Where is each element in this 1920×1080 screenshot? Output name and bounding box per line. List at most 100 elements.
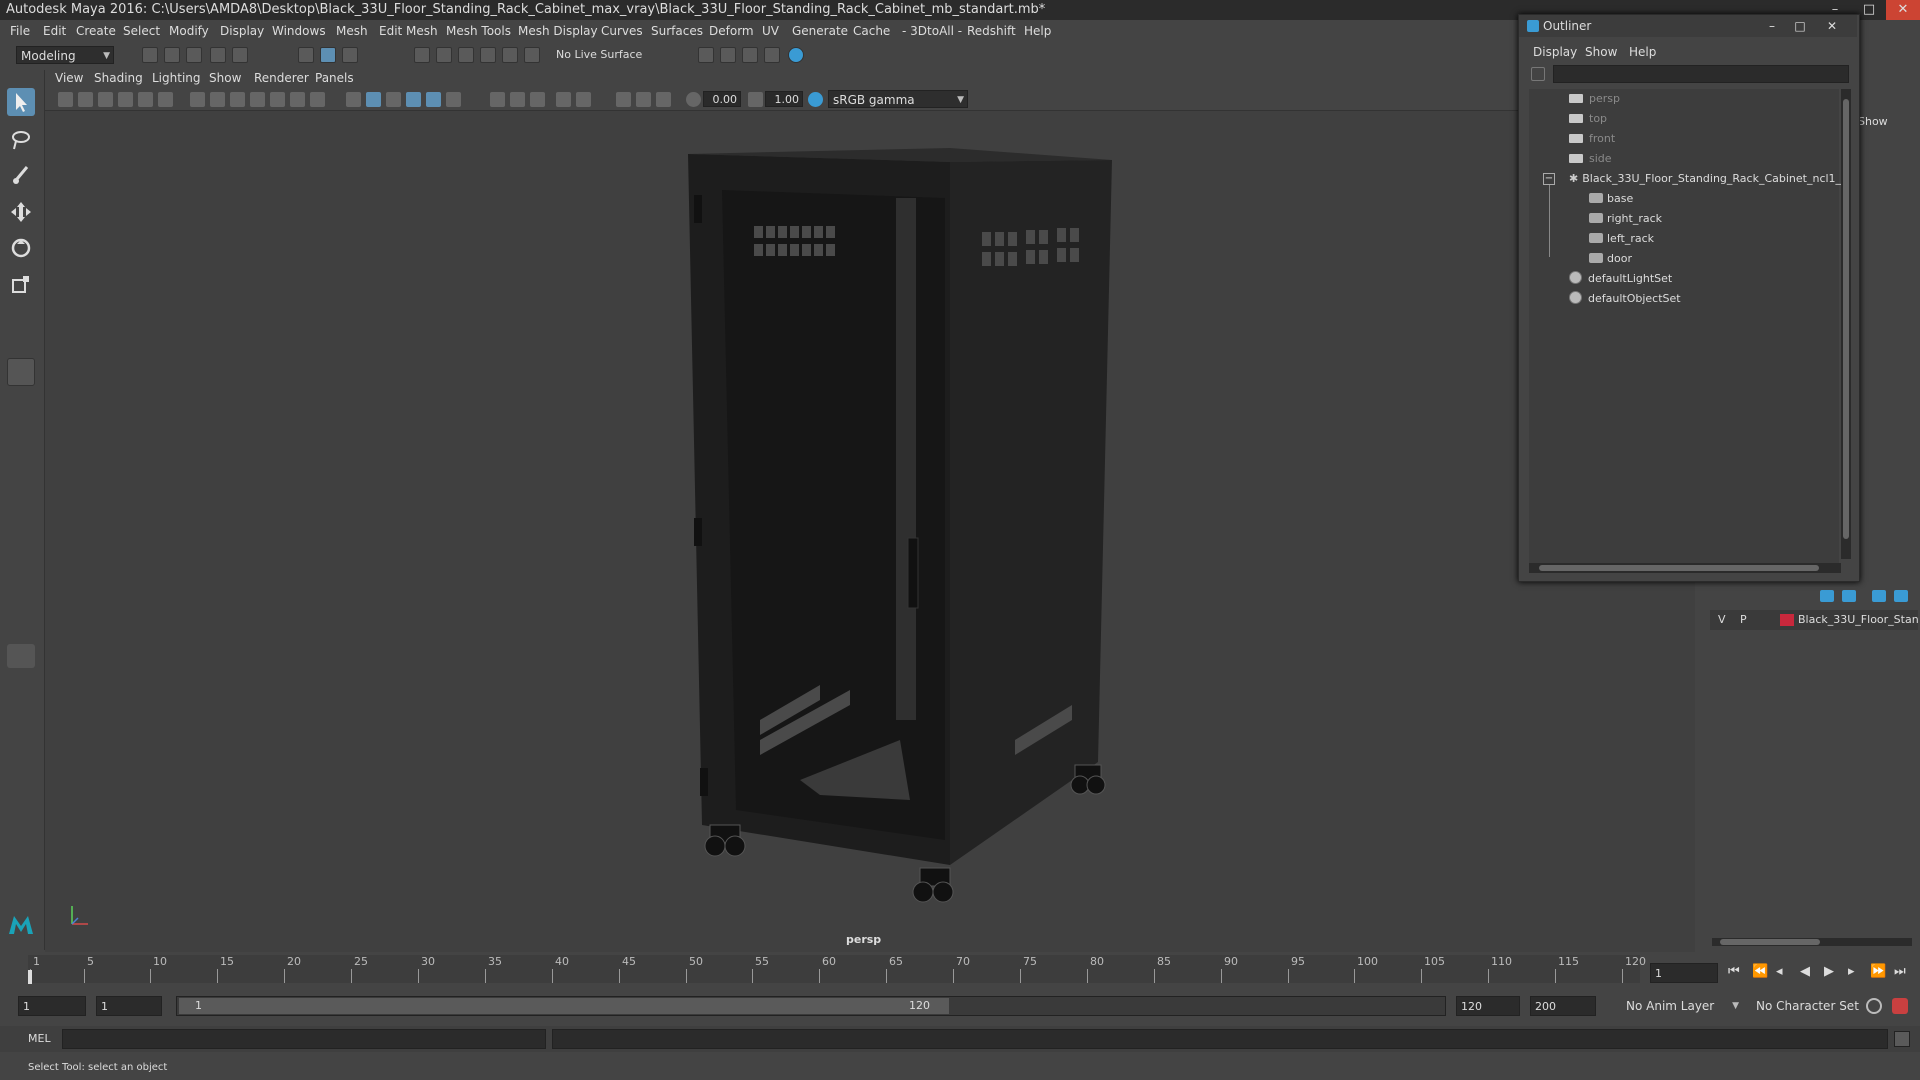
render-view-icon[interactable]: [788, 47, 804, 63]
outliner-close-button[interactable]: ✕: [1819, 15, 1845, 37]
layout-outliner-view-icon[interactable]: [7, 466, 35, 490]
character-set-dropdown[interactable]: No Character Set: [1752, 997, 1862, 1015]
viewport-menu-view[interactable]: View: [55, 71, 83, 85]
motion-blur-icon[interactable]: [406, 92, 421, 107]
layout-custom-view-icon[interactable]: [7, 540, 35, 564]
lasso-tool-button[interactable]: [7, 126, 35, 154]
snap-surface-icon[interactable]: [502, 47, 518, 63]
menu-modify[interactable]: Modify: [169, 20, 209, 42]
auto-key-icon[interactable]: [1866, 998, 1882, 1014]
layer-new-selected-icon[interactable]: [1842, 590, 1856, 602]
menu-generate[interactable]: Generate: [792, 20, 848, 42]
outliner-item-group[interactable]: ✱ Black_33U_Floor_Standing_Rack_Cabinet_n…: [1569, 169, 1848, 189]
anim-layer-dropdown[interactable]: No Anim Layer ▼: [1622, 997, 1742, 1015]
wireframe-on-shaded-icon[interactable]: [230, 92, 245, 107]
range-bar-active[interactable]: 1 120: [179, 998, 949, 1014]
menu-mesh[interactable]: Mesh: [336, 20, 368, 42]
menu-file[interactable]: File: [10, 20, 30, 42]
command-input[interactable]: [62, 1029, 546, 1049]
viewport-menu-panels[interactable]: Panels: [315, 71, 354, 85]
select-object-icon[interactable]: [320, 47, 336, 63]
render-icon[interactable]: [698, 47, 714, 63]
outliner-horizontal-scrollbar[interactable]: [1529, 563, 1841, 573]
step-back-key-icon[interactable]: ⏪: [1752, 964, 1768, 979]
menu-cache[interactable]: Cache: [853, 20, 890, 42]
snap-vertex-icon[interactable]: [524, 47, 540, 63]
animation-start-field[interactable]: 1: [18, 996, 86, 1016]
outliner-item-persp[interactable]: persp: [1569, 89, 1620, 109]
viewport-menu-shading[interactable]: Shading: [94, 71, 143, 85]
viewport-menu-renderer[interactable]: Renderer: [254, 71, 309, 85]
snap-grid-icon[interactable]: [414, 47, 430, 63]
show-menu[interactable]: Show: [1858, 115, 1888, 128]
textured-icon[interactable]: [250, 92, 265, 107]
layout-extra-icon[interactable]: [7, 576, 35, 600]
command-language-label[interactable]: MEL: [28, 1032, 51, 1045]
color-space-dropdown[interactable]: sRGB gamma ▼: [828, 90, 968, 108]
layout-graph-view-icon[interactable]: [7, 502, 35, 526]
outliner-menu-help[interactable]: Help: [1629, 45, 1656, 59]
layer-move-up-icon[interactable]: [1872, 590, 1886, 602]
outliner-vscroll-thumb[interactable]: [1843, 99, 1849, 539]
menu-edit[interactable]: Edit: [43, 20, 66, 42]
outliner-item-top[interactable]: top: [1569, 109, 1607, 129]
color-management-icon[interactable]: [808, 92, 823, 107]
menu-curves[interactable]: Curves: [601, 20, 643, 42]
live-surface-label[interactable]: No Live Surface: [556, 48, 642, 61]
layer-visibility-toggle[interactable]: V: [1718, 613, 1726, 626]
layer-new-icon[interactable]: [1820, 590, 1834, 602]
menu-windows[interactable]: Windows: [272, 20, 326, 42]
smooth-shade-icon[interactable]: [210, 92, 225, 107]
gamma-icon[interactable]: [748, 92, 763, 107]
move-tool-button[interactable]: [7, 198, 35, 226]
time-ruler[interactable]: 1 5 10 15 20 25 30 35 40 45 50 55 60 65 70 75 80 85 90 95 10…: [28, 955, 1646, 983]
layer-horizontal-scrollbar[interactable]: [1712, 938, 1912, 946]
bookmark-icon[interactable]: [98, 92, 113, 107]
depth-of-field-icon[interactable]: [446, 92, 461, 107]
lights-icon[interactable]: [270, 92, 285, 107]
wireframe-icon[interactable]: [190, 92, 205, 107]
snap-curve-icon[interactable]: [436, 47, 452, 63]
menu-mesh-display[interactable]: Mesh Display: [518, 20, 598, 42]
step-back-frame-icon[interactable]: ◂: [1776, 964, 1783, 979]
playback-end-field[interactable]: 120: [1456, 996, 1520, 1016]
resolution-gate-icon[interactable]: [510, 92, 525, 107]
xray-icon[interactable]: [346, 92, 361, 107]
outliner-title-bar[interactable]: Outliner – □ ✕: [1519, 15, 1857, 37]
backface-icon[interactable]: [490, 92, 505, 107]
script-editor-icon[interactable]: [1894, 1031, 1910, 1047]
ipr-render-icon[interactable]: [720, 47, 736, 63]
snap-view-icon[interactable]: [480, 47, 496, 63]
layer-color-swatch[interactable]: [1780, 614, 1794, 626]
pan-zoom-icon[interactable]: [656, 92, 671, 107]
gate-mask-icon[interactable]: [576, 92, 591, 107]
layer-scroll-thumb[interactable]: [1720, 939, 1820, 945]
layer-name[interactable]: Black_33U_Floor_Stan: [1798, 613, 1919, 626]
outliner-menu-show[interactable]: Show: [1585, 45, 1617, 59]
menu-create[interactable]: Create: [76, 20, 116, 42]
exposure-field[interactable]: 0.00: [703, 91, 741, 107]
outliner-item-right-rack[interactable]: right_rack: [1589, 209, 1662, 229]
step-forward-frame-icon[interactable]: ▸: [1848, 964, 1855, 979]
default-material-icon[interactable]: [366, 92, 381, 107]
play-backward-icon[interactable]: ◀: [1800, 964, 1810, 979]
select-hierarchy-icon[interactable]: [298, 47, 314, 63]
outliner-vertical-scrollbar[interactable]: [1841, 89, 1851, 559]
render-settings-icon[interactable]: [742, 47, 758, 63]
isolate-select-icon[interactable]: [310, 92, 325, 107]
safe-title-icon[interactable]: [636, 92, 651, 107]
menu-uv[interactable]: UV: [762, 20, 779, 42]
go-to-end-icon[interactable]: ⏭: [1894, 964, 1906, 979]
undo-icon[interactable]: [210, 47, 226, 63]
snap-point-icon[interactable]: [458, 47, 474, 63]
outliner-search-input[interactable]: [1553, 65, 1849, 83]
collapse-toggle-icon[interactable]: −: [1543, 173, 1555, 185]
rotate-tool-button[interactable]: [7, 234, 35, 262]
rack-cabinet-model[interactable]: [660, 140, 1120, 930]
open-scene-icon[interactable]: [164, 47, 180, 63]
grid-icon[interactable]: [138, 92, 153, 107]
outliner-item-default-object-set[interactable]: defaultObjectSet: [1569, 289, 1681, 309]
image-plane-icon[interactable]: [118, 92, 133, 107]
multisample-icon[interactable]: [426, 92, 441, 107]
select-tool-button[interactable]: [7, 88, 35, 116]
